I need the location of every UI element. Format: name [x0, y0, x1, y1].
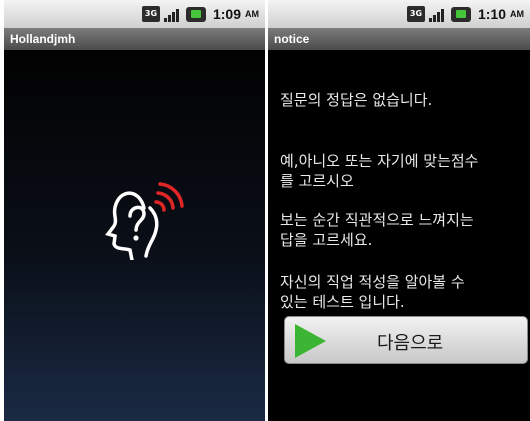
status-time: 1:10: [477, 6, 506, 22]
3g-icon: 3G: [406, 6, 425, 22]
splash-content: [4, 50, 265, 421]
play-icon: [295, 324, 326, 358]
battery-icon: [185, 6, 206, 22]
notice-screen: 3G 1:10 AM notice 질문의 정답은 없습니다. 예,아니오 또는…: [268, 0, 530, 421]
status-ampm: AM: [510, 9, 524, 19]
signal-icon: [163, 6, 182, 22]
notice-content: 질문의 정답은 없습니다. 예,아니오 또는 자기에 맞는점수 를 고르시오 보…: [268, 50, 530, 421]
next-button[interactable]: 다음으로: [284, 316, 528, 364]
signal-icon: [428, 6, 447, 22]
notice-line-4: 자신의 직업 적성을 알아볼 수 있는 테스트 입니다.: [280, 273, 465, 311]
notice-line-3: 보는 순간 직관적으로 느껴지는 답을 고르세요.: [280, 211, 474, 249]
head-question-icon: [105, 182, 184, 260]
battery-icon: [450, 6, 471, 22]
notice-line-1: 질문의 정답은 없습니다.: [280, 91, 433, 109]
3g-icon: 3G: [141, 6, 160, 22]
next-button-label: 다음으로: [377, 333, 444, 354]
status-bar: 3G 1:09 AM: [4, 0, 265, 28]
app-title: Hollandjmh: [4, 28, 265, 50]
status-ampm: AM: [245, 9, 259, 19]
status-time: 1:09: [212, 6, 241, 22]
screen-title: notice: [268, 28, 530, 50]
splash-screen: 3G 1:09 AM Hollandjmh: [4, 0, 265, 421]
notice-line-2: 예,아니오 또는 자기에 맞는점수 를 고르시오: [280, 152, 479, 190]
status-bar: 3G 1:10 AM: [268, 0, 530, 28]
